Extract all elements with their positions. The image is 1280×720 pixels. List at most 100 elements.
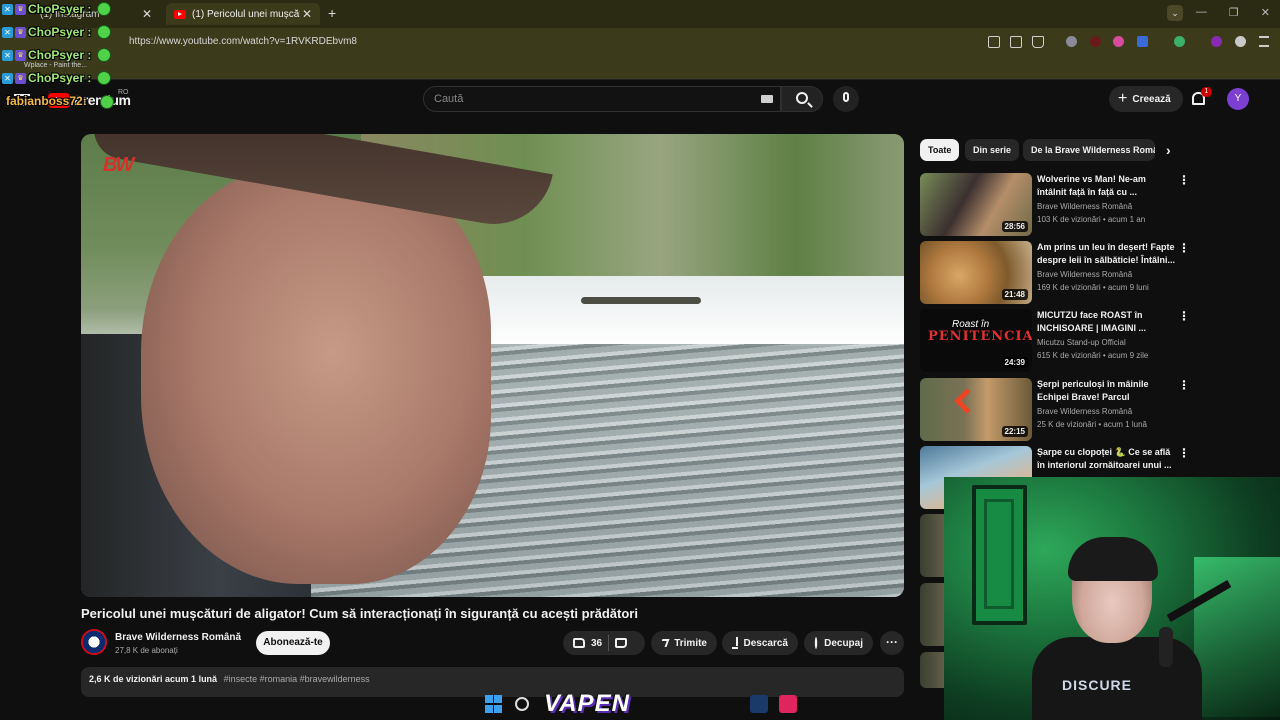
chat-emote-icon [97,71,112,85]
share-page-icon[interactable] [1010,36,1022,48]
tab-close-icon[interactable]: ✕ [142,7,152,21]
crown-badge-icon: ♛ [15,72,26,84]
scissors-icon [814,637,818,649]
chat-username: ChoPsyer : [28,48,92,62]
new-tab-button[interactable]: + [328,5,336,21]
search-icon [796,92,808,104]
duration-badge: 24:39 [1001,357,1028,368]
minimize-button[interactable]: — [1196,6,1207,19]
recommendation-title[interactable]: Wolverine vs Man! Ne-am întâlnit față în… [1037,173,1177,199]
description-box[interactable]: 2,6 K de vizionări acum 1 lună #insecte … [81,667,904,697]
chip-from-channel[interactable]: De la Brave Wilderness Română [1023,139,1155,161]
restore-button[interactable]: ❐ [1229,6,1239,19]
recommendation-channel[interactable]: Brave Wilderness Română [1037,407,1132,416]
profile-icon[interactable] [1235,36,1246,47]
url-field[interactable]: https://www.youtube.com/watch?v=1RVKRDEb… [129,36,357,47]
subscribe-button[interactable]: Abonează-te [256,631,330,655]
address-bar: https://www.youtube.com/watch?v=1RVKRDEb… [0,28,1280,56]
channel-avatar[interactable] [81,629,107,655]
duration-badge: 21:48 [1001,289,1028,300]
video-thumbnail[interactable]: Roast în PENITENCIAR 24:39 [920,309,1032,372]
like-dislike-group: 36 [563,631,645,655]
video-player[interactable]: BW [81,134,904,597]
more-actions-button[interactable]: ··· [880,631,904,655]
kebab-menu-icon[interactable]: ⋮ [1178,446,1190,460]
kebab-menu-icon[interactable]: ⋮ [1178,173,1190,187]
keyboard-icon[interactable] [761,95,773,103]
dislike-icon[interactable] [615,638,628,648]
recommendation-channel[interactable]: Micutzu Stand-up Official [1037,338,1126,347]
recommendation-title[interactable]: Am prins un leu în deșert! Fapte despre … [1037,241,1177,267]
recommendation-channel[interactable]: Brave Wilderness Română [1037,270,1132,279]
red-extension-icon[interactable] [1090,36,1101,47]
taskbar-search-icon[interactable] [515,697,529,711]
download-button[interactable]: Descarcă [722,631,798,655]
shield-extension-icon[interactable] [1066,36,1077,47]
channel-name[interactable]: Brave Wilderness Română [115,632,241,643]
share-icon [659,639,670,647]
tab-label: (1) Pericolul unei mușcături de [192,8,300,20]
recommendation-title[interactable]: Șarpe cu clopoței 🐍 Ce se află în interi… [1037,446,1177,472]
crown-badge-icon: ♛ [15,49,26,61]
chip-all[interactable]: Toate [920,139,960,161]
windows-start-icon[interactable] [485,695,503,713]
flask-extension-icon[interactable] [1174,36,1185,47]
hashtags[interactable]: #insecte #romania #bravewilderness [224,674,370,684]
close-window-button[interactable]: ✕ [1261,6,1270,19]
recommendation-item[interactable]: 28:56 Wolverine vs Man! Ne-am întâlnit f… [920,173,1190,237]
chip-series[interactable]: Din serie [965,139,1020,161]
duration-badge: 28:56 [1001,221,1028,232]
video-title: Pericolul unei mușcături de aligator! Cu… [81,606,638,621]
recommendation-item[interactable]: 21:48 Am prins un leu în deșert! Fapte d… [920,241,1190,305]
recommendation-channel[interactable]: Brave Wilderness Română [1037,202,1132,211]
video-thumbnail[interactable]: 28:56 [920,173,1032,236]
blue-extension-icon[interactable] [1137,36,1148,47]
pink-extension-icon[interactable] [1113,36,1124,47]
bookmark-icon[interactable] [1032,36,1044,48]
webcam-person-hair [1068,537,1158,581]
clip-button[interactable]: Decupaj [804,631,873,655]
tab-list-chevron-icon[interactable]: ⌄ [1167,5,1183,21]
screen: (1) Instagram ✕ (1) Pericolul unei mușcă… [0,0,1280,720]
create-button[interactable]: + Creează [1109,86,1183,112]
bookmark-label[interactable]: Wplace - Paint the... [24,62,87,69]
video-thumbnail[interactable]: 22:15 [920,378,1032,441]
chat-emote-icon [100,95,114,109]
browser-menu-icon[interactable] [1259,36,1269,47]
download-icon [732,637,738,649]
account-avatar[interactable]: Y [1227,88,1249,110]
microphone-prop [1159,627,1173,667]
video-frame-presenter-face [141,164,491,584]
like-icon[interactable] [573,638,585,648]
create-label: Creează [1132,93,1171,105]
notification-badge: 1 [1201,87,1212,97]
search-button[interactable] [781,86,823,112]
steam-icon[interactable] [750,695,768,713]
install-app-icon[interactable] [988,36,1000,48]
recommendation-title[interactable]: MICUTZU face ROAST în INCHISOARE | IMAGI… [1037,309,1177,335]
video-thumbnail[interactable]: 21:48 [920,241,1032,304]
chat-line: ✕ ♛ ChoPsyer : [2,69,112,87]
browser-tab-bar: (1) Instagram ✕ (1) Pericolul unei mușcă… [0,0,1280,28]
kebab-menu-icon[interactable]: ⋮ [1178,309,1190,323]
recommendation-meta: 169 K de vizionări • acum 9 luni [1037,283,1149,292]
channel-watermark: BW [103,154,134,176]
recommendation-item[interactable]: Roast în PENITENCIAR 24:39 MICUTZU face … [920,309,1190,373]
chat-emote-icon [97,2,112,16]
kebab-menu-icon[interactable]: ⋮ [1178,378,1190,392]
recommendation-title[interactable]: Șerpi periculoși în mâinile Echipei Brav… [1037,378,1177,405]
tiktok-icon[interactable] [779,695,797,713]
recommendation-item[interactable]: 22:15 Șerpi periculoși în mâinile Echipe… [920,378,1190,442]
divider [608,635,610,651]
kebab-menu-icon[interactable]: ⋮ [1178,241,1190,255]
recommendation-meta: 615 K de vizionări • acum 9 zile [1037,351,1149,360]
purple-extension-icon[interactable] [1211,36,1222,47]
chips-next-arrow-icon[interactable]: › [1166,142,1171,158]
voice-search-button[interactable] [833,86,859,112]
tab-youtube[interactable]: (1) Pericolul unei mușcături de ✕ [166,3,320,25]
chat-username: ChoPsyer : [28,2,92,16]
chat-badge-icon: ✕ [2,3,13,15]
tab-close-icon[interactable]: ✕ [302,7,312,21]
share-button[interactable]: Trimite [651,631,717,655]
search-input[interactable]: Caută [423,86,781,112]
